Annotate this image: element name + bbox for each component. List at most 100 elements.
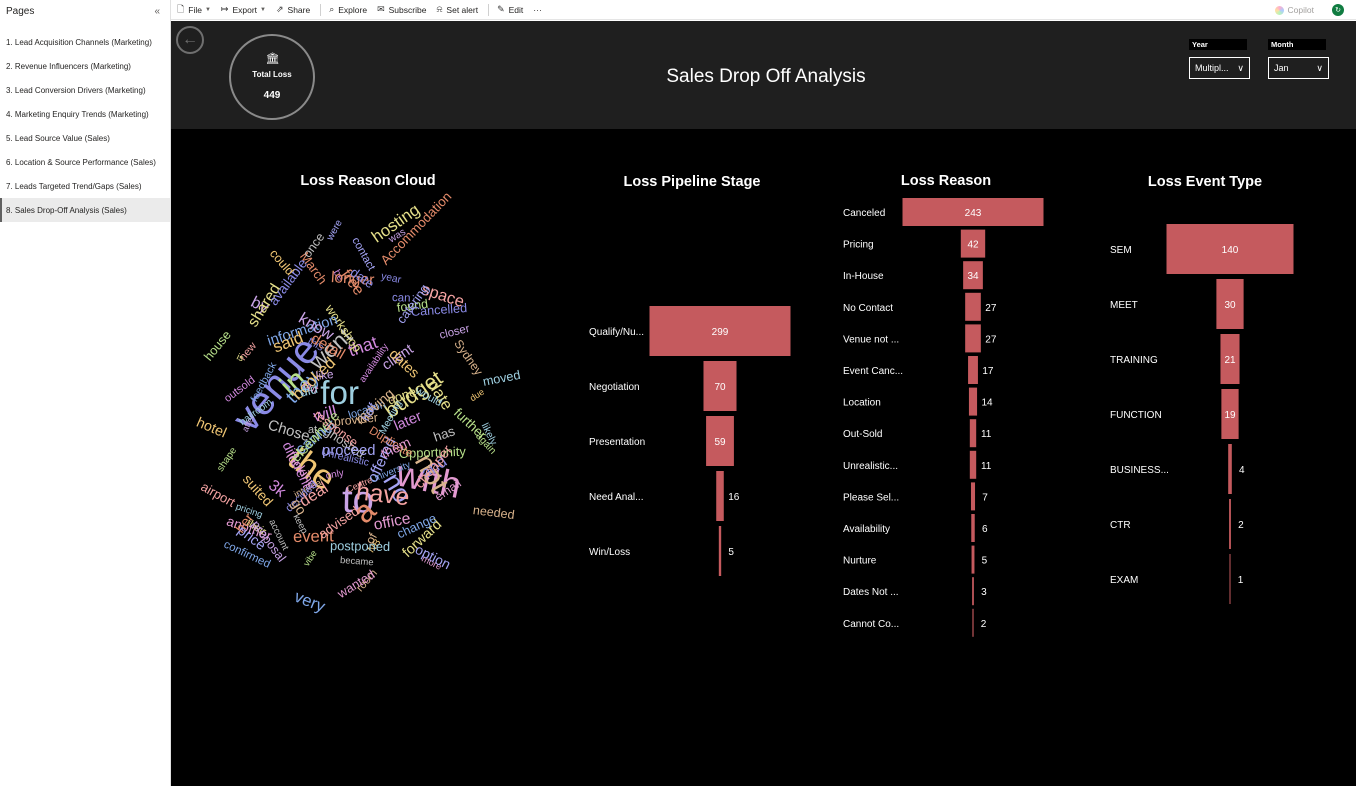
month-slicer-label: Month	[1268, 39, 1326, 50]
bar[interactable]	[965, 324, 981, 353]
cloud-word: postponed	[329, 537, 390, 555]
copilot-label: Copilot	[1287, 5, 1314, 15]
copilot-button[interactable]: Copilot ↻	[1274, 0, 1344, 20]
category-label: Availability	[843, 524, 890, 535]
cloud-word: very	[292, 586, 329, 617]
bar[interactable]	[971, 514, 975, 542]
page-title: Sales Drop Off Analysis	[666, 66, 866, 87]
data-label: 5	[728, 547, 734, 558]
cloud-word: moved	[481, 368, 522, 390]
bar[interactable]	[968, 356, 978, 384]
data-label: 11	[981, 461, 992, 472]
category-label: EXAM	[1110, 575, 1138, 586]
export-label: Export	[232, 4, 258, 15]
copilot-icon	[1274, 5, 1284, 15]
data-label: 140	[1222, 245, 1239, 256]
subscribe-button[interactable]: ✉ Subscribe	[377, 4, 426, 15]
bar[interactable]	[969, 419, 977, 448]
category-label: Win/Loss	[589, 547, 630, 558]
page-item-3[interactable]: 3. Lead Conversion Drivers (Marketing)	[0, 78, 170, 102]
file-icon: 🗋	[177, 3, 185, 14]
page-item-2[interactable]: 2. Revenue Influencers (Marketing)	[0, 54, 170, 78]
cloud-word: shape	[215, 445, 240, 474]
bar[interactable]	[968, 387, 978, 416]
kpi-value: 449	[263, 90, 281, 101]
explore-label: Explore	[338, 4, 368, 15]
data-label: 243	[965, 208, 982, 219]
export-menu[interactable]: ↦ Export ▼	[221, 4, 266, 15]
data-label: 30	[1224, 300, 1236, 311]
page-item-8[interactable]: 8. Sales Drop-Off Analysis (Sales)	[0, 198, 170, 222]
category-label: BUSINESS...	[1110, 465, 1169, 476]
status-badge-icon[interactable]: ↻	[1332, 4, 1344, 16]
explore-icon: ⌕	[329, 4, 335, 14]
data-label: 1	[1238, 575, 1244, 586]
chevron-down-icon: ▼	[260, 6, 266, 13]
more-options-button[interactable]: ···	[533, 5, 542, 15]
bar[interactable]	[1229, 499, 1231, 549]
subscribe-icon: ✉	[377, 4, 385, 14]
month-slicer: Month Jan ∨	[1268, 39, 1329, 79]
data-label: 6	[982, 524, 988, 535]
cloud-word: hotel	[193, 414, 229, 442]
cloud-word: year	[380, 271, 403, 287]
page-item-6[interactable]: 6. Location & Source Performance (Sales)	[0, 150, 170, 174]
month-dropdown[interactable]: Jan ∨	[1268, 57, 1329, 79]
data-label: 42	[967, 240, 979, 251]
collapse-pages-button[interactable]: «	[154, 6, 160, 17]
bar[interactable]	[1228, 444, 1232, 494]
bar[interactable]	[969, 450, 977, 479]
share-button[interactable]: ⇗ Share	[276, 4, 310, 15]
page-item-4[interactable]: 4. Marketing Enquiry Trends (Marketing)	[0, 102, 170, 126]
page-item-5[interactable]: 5. Lead Source Value (Sales)	[0, 126, 170, 150]
cloud-word: airport	[198, 478, 239, 510]
category-label: MEET	[1110, 300, 1138, 311]
category-label: Qualify/Nu...	[589, 327, 644, 338]
chevron-down-icon: ∨	[1316, 62, 1323, 73]
category-label: Pricing	[843, 240, 874, 251]
bar[interactable]	[718, 526, 722, 576]
category-label: Dates Not ...	[843, 587, 899, 598]
category-label: Location	[843, 398, 881, 409]
pages-header: Pages «	[0, 0, 170, 22]
cloud-word: house	[201, 327, 235, 364]
bar[interactable]	[972, 608, 974, 637]
data-label: 3	[981, 587, 987, 598]
data-label: 2	[981, 619, 987, 630]
bar[interactable]	[965, 292, 981, 321]
data-label: 34	[967, 271, 979, 282]
bar[interactable]	[972, 577, 974, 606]
data-label: 19	[1224, 410, 1236, 421]
bar[interactable]	[971, 545, 975, 574]
back-arrow-icon[interactable]: ←	[176, 26, 204, 54]
explore-button[interactable]: ⌕ Explore	[329, 4, 367, 15]
file-menu[interactable]: 🗋 File ▼	[177, 2, 211, 18]
bar[interactable]	[1229, 554, 1231, 604]
data-label: 14	[981, 398, 993, 409]
page-item-7[interactable]: 7. Leads Targeted Trend/Gaps (Sales)	[0, 174, 170, 198]
reason-title: Loss Reason	[900, 173, 992, 189]
bar[interactable]	[716, 471, 724, 521]
data-label: 27	[985, 303, 997, 314]
cloud-word: needed	[472, 502, 516, 522]
cloud-word: like	[315, 368, 335, 384]
category-label: Negotiation	[589, 382, 640, 393]
data-label: 59	[714, 437, 726, 448]
month-dropdown-value: Jan	[1274, 63, 1289, 73]
toolbar-divider	[488, 3, 490, 16]
share-icon: ⇗	[275, 4, 284, 14]
bar[interactable]	[970, 482, 976, 511]
category-label: Event Canc...	[843, 366, 903, 377]
edit-button[interactable]: ✎ Edit	[497, 4, 523, 15]
category-label: Cannot Co...	[843, 619, 899, 630]
year-dropdown[interactable]: Multipl... ∨	[1189, 57, 1250, 79]
cloud-word: were	[324, 218, 345, 243]
data-label: 21	[1224, 355, 1236, 366]
set-alert-button[interactable]: ⍾ Set alert	[436, 4, 478, 15]
cloud-word: did	[298, 380, 320, 400]
loss-reason-word-cloud[interactable]: venue to with the for a in not no have went budget t…	[181, 188, 551, 646]
cloud-word: is	[235, 351, 246, 363]
category-label: CTR	[1110, 520, 1131, 531]
page-item-1[interactable]: 1. Lead Acquisition Channels (Marketing)	[0, 30, 170, 54]
category-label: TRAINING	[1110, 355, 1158, 366]
